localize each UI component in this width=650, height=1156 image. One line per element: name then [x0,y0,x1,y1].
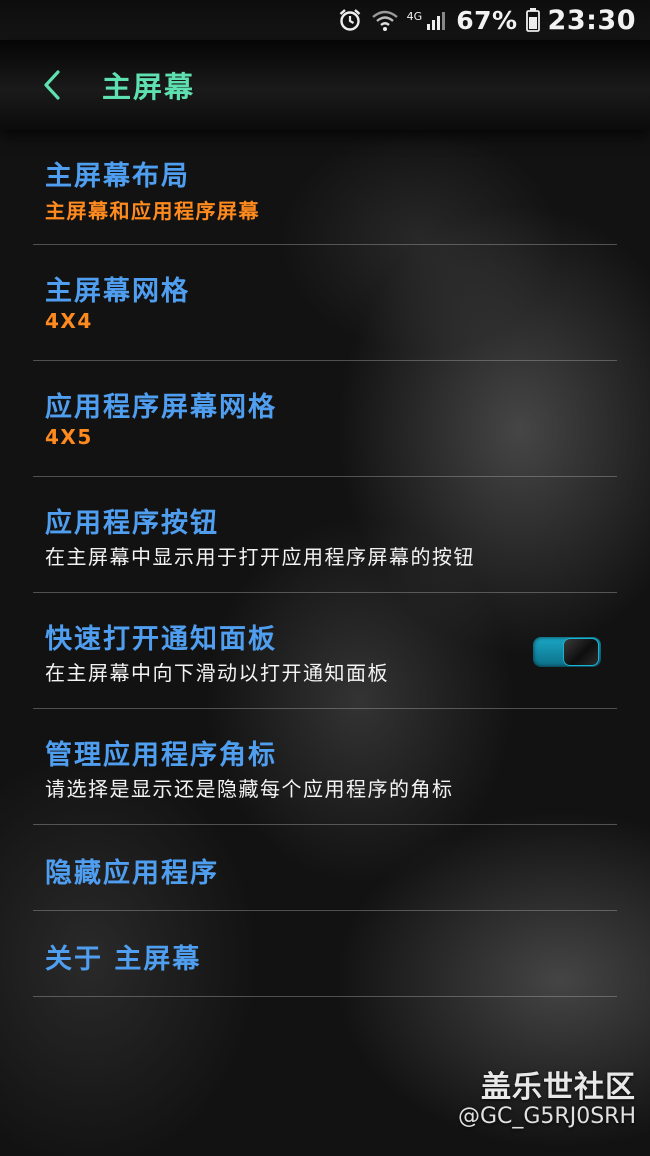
settings-item-home-grid[interactable]: 主屏幕网格 4X4 [33,245,617,361]
settings-item-title: 隐藏应用程序 [45,858,219,889]
settings-item-about-home[interactable]: 关于 主屏幕 [33,911,617,997]
settings-item-title: 应用程序屏幕网格 [45,392,277,423]
settings-item-home-layout[interactable]: 主屏幕布局 主屏幕和应用程序屏幕 [33,132,617,245]
battery-icon [525,8,540,32]
settings-item-value: 4X4 [45,309,93,333]
status-bar: 4G 67% 23:30 [0,0,650,40]
status-clock: 23:30 [547,4,636,36]
settings-item-description: 在主屏幕中向下滑动以打开通知面板 [45,661,389,685]
settings-item-description: 请选择是显示还是隐藏每个应用程序的角标 [45,777,454,801]
settings-item-quick-notification-panel[interactable]: 快速打开通知面板 在主屏幕中向下滑动以打开通知面板 [33,593,617,709]
settings-item-title: 主屏幕布局 [45,161,190,192]
network-type-label: 4G [406,10,423,23]
watermark-user: @GC_G5RJ0SRH [457,1104,636,1129]
signal-icon [426,9,448,31]
settings-item-apps-grid[interactable]: 应用程序屏幕网格 4X5 [33,361,617,477]
settings-item-title: 关于 主屏幕 [45,944,202,975]
settings-item-description: 在主屏幕中显示用于打开应用程序屏幕的按钮 [45,545,475,569]
battery-percent: 67% [456,5,518,35]
settings-item-apps-button[interactable]: 应用程序按钮 在主屏幕中显示用于打开应用程序屏幕的按钮 [33,477,617,593]
settings-item-title: 应用程序按钮 [45,508,219,539]
back-button[interactable] [22,55,82,115]
settings-list: 主屏幕布局 主屏幕和应用程序屏幕 主屏幕网格 4X4 应用程序屏幕网格 4X5 … [33,132,617,997]
notification-panel-toggle[interactable] [533,637,601,667]
settings-item-hide-apps[interactable]: 隐藏应用程序 [33,825,617,911]
chevron-left-icon [44,70,60,100]
settings-item-value: 主屏幕和应用程序屏幕 [45,199,260,223]
app-bar: 主屏幕 [0,40,650,130]
alarm-icon [337,7,363,33]
page-title: 主屏幕 [102,70,196,104]
settings-item-title: 快速打开通知面板 [45,624,277,655]
watermark-brand: 盖乐世社区 [481,1070,636,1105]
settings-item-title: 管理应用程序角标 [45,740,277,771]
settings-item-title: 主屏幕网格 [45,276,190,307]
settings-item-app-badges[interactable]: 管理应用程序角标 请选择是显示还是隐藏每个应用程序的角标 [33,709,617,825]
wifi-icon [371,8,399,32]
settings-item-value: 4X5 [45,425,93,449]
toggle-knob [563,638,599,666]
